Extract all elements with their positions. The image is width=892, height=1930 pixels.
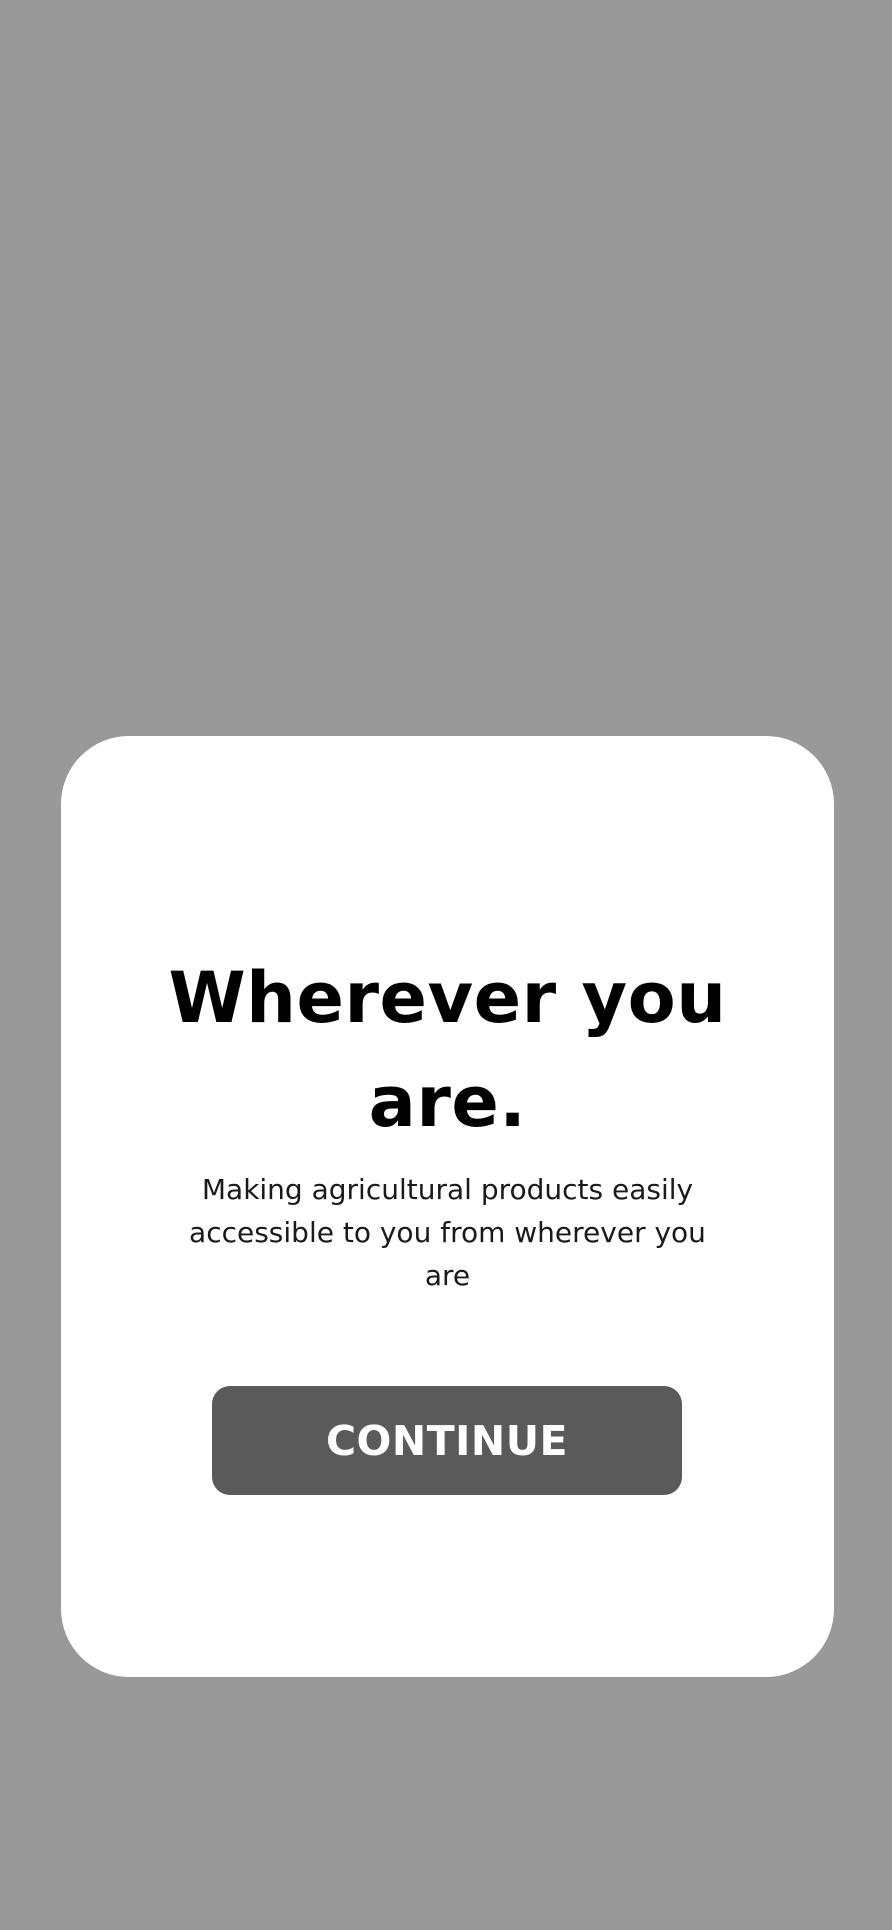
card-title: Wherever you are. [168,957,727,1143]
continue-button[interactable]: CONTINUE [212,1386,682,1495]
card-description: Making agricultural products easily acce… [189,1173,706,1292]
onboarding-card: Wherever you are. Making agricultural pr… [61,736,834,1677]
